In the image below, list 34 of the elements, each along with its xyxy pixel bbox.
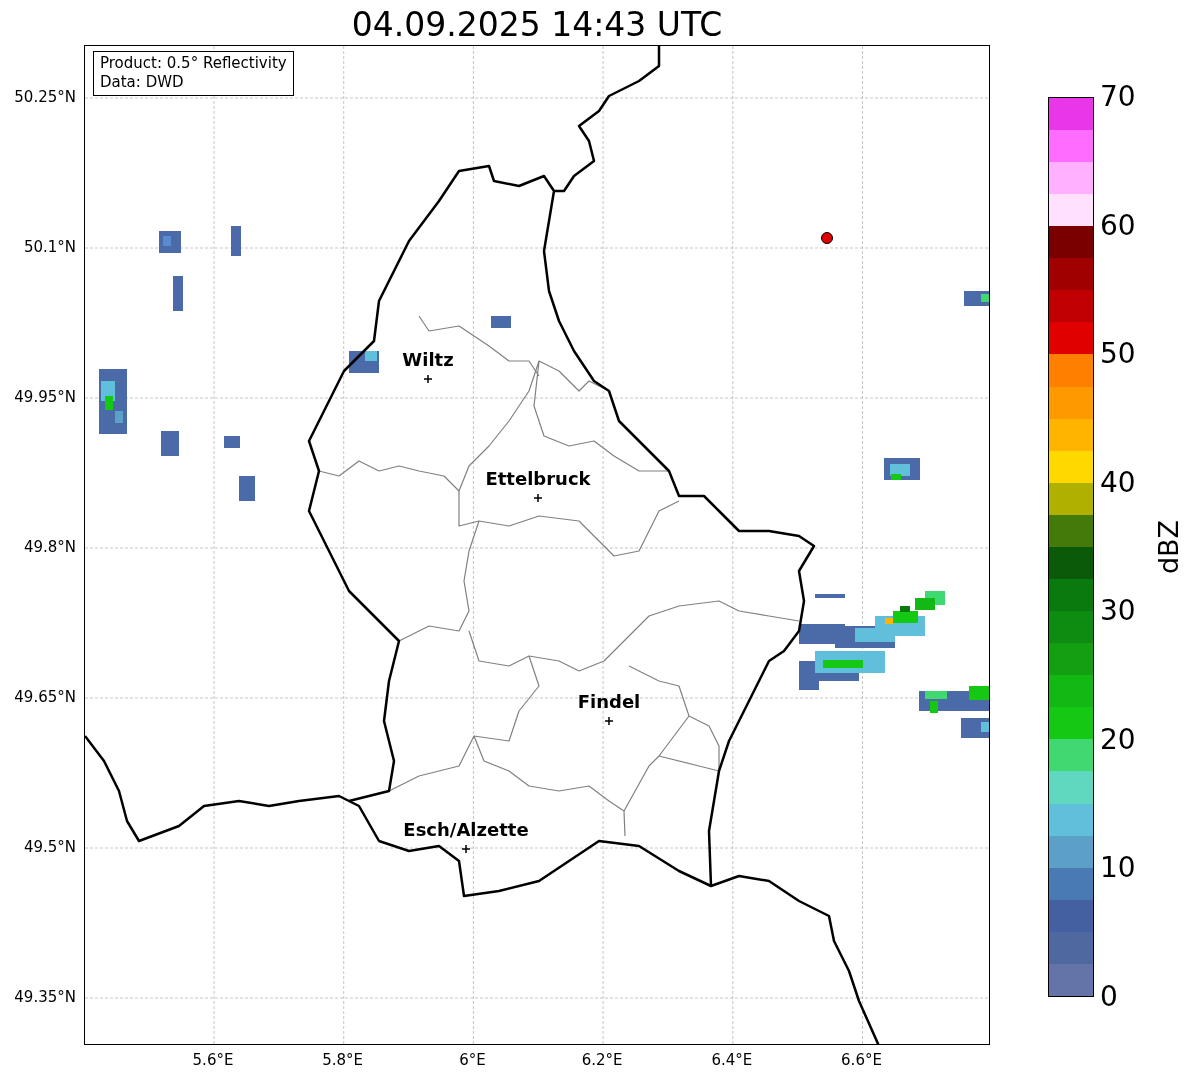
longitude-label: 6.4°E [711, 1051, 753, 1069]
chart-title: 04.09.2025 14:43 UTC [351, 5, 723, 45]
latitude-label: 49.65°N [14, 688, 76, 706]
colorbar-tick-label: 70 [1100, 82, 1136, 112]
longitude-label: 5.6°E [192, 1051, 234, 1069]
colorbar-tick-label: 20 [1100, 724, 1136, 755]
longitude-label: 6.6°E [841, 1051, 882, 1069]
longitude-label: 6°E [459, 1051, 486, 1069]
latitude-label: 50.1°N [23, 238, 76, 256]
city-label: Ettelbruck [485, 468, 591, 490]
info-text: Data: DWD [100, 73, 185, 92]
colorbar-label: dBZ [1154, 519, 1184, 575]
city-label: Esch/Alzette [403, 819, 529, 841]
city-label: Wiltz [402, 349, 454, 371]
longitude-label: 6.2°E [581, 1051, 623, 1069]
info-text: Product: 0.5° Reflectivity [100, 54, 287, 73]
colorbar-tick-label: 50 [1100, 339, 1136, 370]
colorbar-tick-label: 10 [1100, 853, 1136, 884]
latitude-label: 49.8°N [23, 538, 76, 556]
city-marker-icon [534, 494, 542, 502]
city-marker-icon [424, 375, 432, 383]
city-marker-icon [605, 717, 613, 725]
latitude-label: 49.5°N [23, 838, 76, 856]
colorbar-tick-label: 60 [1100, 210, 1136, 241]
latitude-label: 50.25°N [14, 88, 76, 106]
latitude-label: 49.35°N [14, 988, 76, 1006]
colorbar-tick-label: 40 [1100, 467, 1136, 498]
colorbar-tick-label: 0 [1100, 982, 1118, 1012]
city-label: Findel [577, 691, 641, 713]
longitude-label: 5.8°E [322, 1051, 364, 1069]
latitude-label: 49.95°N [14, 388, 76, 406]
location-dot [821, 232, 833, 244]
city-marker-icon [462, 845, 470, 853]
colorbar-tick-label: 30 [1100, 596, 1136, 627]
